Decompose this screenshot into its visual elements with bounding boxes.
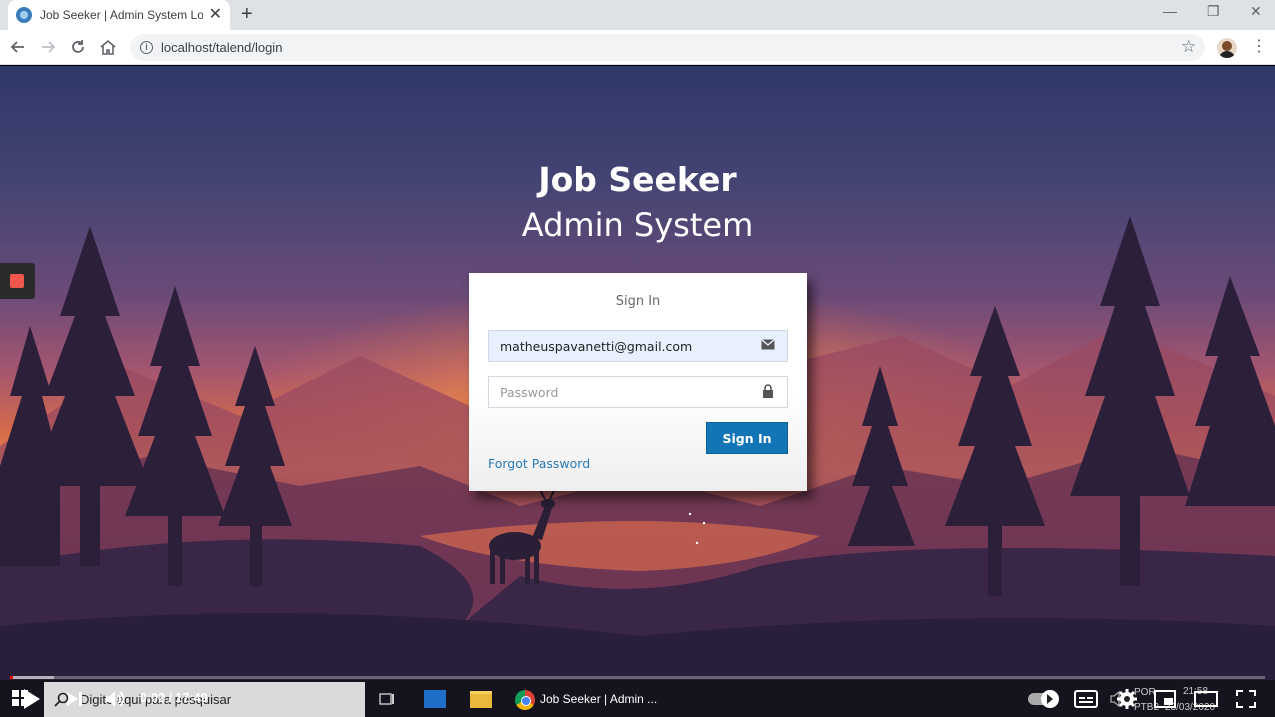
tab-title: Job Seeker | Admin System Log [40, 8, 203, 22]
back-button[interactable] [8, 37, 28, 57]
play-button[interactable] [22, 688, 42, 714]
file-explorer-icon[interactable] [470, 691, 492, 708]
chrome-taskbar-icon[interactable] [515, 690, 535, 710]
autoplay-play-icon [1041, 689, 1059, 713]
password-placeholder: Password [500, 384, 559, 400]
mail-app-icon[interactable] [424, 690, 446, 708]
tray-language: POR [1134, 687, 1156, 698]
arrow-left-icon [10, 41, 24, 53]
miniplayer-icon[interactable] [1154, 690, 1176, 712]
address-bar[interactable]: i localhost/talend/login [130, 34, 1205, 61]
video-progress-bar[interactable] [10, 676, 1265, 679]
taskbar-active-window[interactable]: Job Seeker | Admin ... [540, 692, 657, 706]
email-value: matheuspavanetti@gmail.com [500, 338, 693, 354]
restore-icon[interactable]: ❐ [1207, 3, 1220, 20]
record-stop-button[interactable] [0, 263, 35, 299]
home-button[interactable] [98, 37, 118, 57]
info-icon[interactable]: i [140, 41, 153, 54]
reload-icon [72, 40, 84, 53]
video-time: 0:02 / 17:49 [140, 691, 208, 705]
email-field[interactable]: matheuspavanetti@gmail.com [488, 330, 788, 362]
page-viewport: Job Seeker Admin System Sign In matheusp… [0, 66, 1275, 717]
forward-button[interactable] [38, 37, 58, 57]
home-icon [100, 39, 116, 55]
profile-avatar[interactable] [1217, 38, 1237, 58]
volume-icon[interactable] [104, 688, 126, 714]
new-tab-button[interactable]: + [241, 4, 253, 24]
password-field[interactable]: Password [488, 376, 788, 408]
fullscreen-icon[interactable] [1236, 690, 1256, 712]
tab-strip: Job Seeker | Admin System Log ✕ + — ❐ ✕ [0, 0, 1275, 30]
buffered-progress [10, 676, 54, 679]
close-tab-icon[interactable]: ✕ [209, 7, 222, 23]
arrow-right-icon [42, 41, 56, 53]
app-title: Job Seeker [538, 160, 737, 199]
browser-toolbar: i localhost/talend/login ☆ ⋮ [0, 30, 1275, 65]
task-view-icon[interactable] [378, 690, 396, 712]
kebab-menu-icon[interactable]: ⋮ [1251, 37, 1267, 57]
minimize-icon[interactable]: — [1163, 3, 1177, 19]
login-heading: Sign In [615, 294, 661, 309]
forgot-password-link[interactable]: Forgot Password [488, 456, 590, 471]
sign-in-button[interactable]: Sign In [706, 422, 788, 454]
lock-icon [760, 384, 776, 400]
stop-icon [10, 274, 24, 288]
envelope-icon [760, 338, 776, 354]
site-favicon-icon [16, 7, 32, 23]
theater-mode-icon[interactable] [1194, 690, 1218, 712]
played-progress [10, 676, 13, 679]
reload-button[interactable] [68, 37, 88, 57]
subtitles-icon[interactable] [1074, 690, 1098, 712]
search-icon [54, 692, 70, 712]
url-text: localhost/talend/login [161, 40, 283, 55]
browser-tab[interactable]: Job Seeker | Admin System Log ✕ [8, 0, 230, 30]
bookmark-star-icon[interactable]: ☆ [1181, 37, 1196, 57]
app-subtitle: Admin System [521, 206, 754, 244]
close-window-icon[interactable]: ✕ [1250, 3, 1262, 20]
login-form: Sign In matheuspavanetti@gmail.com Passw… [469, 273, 807, 491]
